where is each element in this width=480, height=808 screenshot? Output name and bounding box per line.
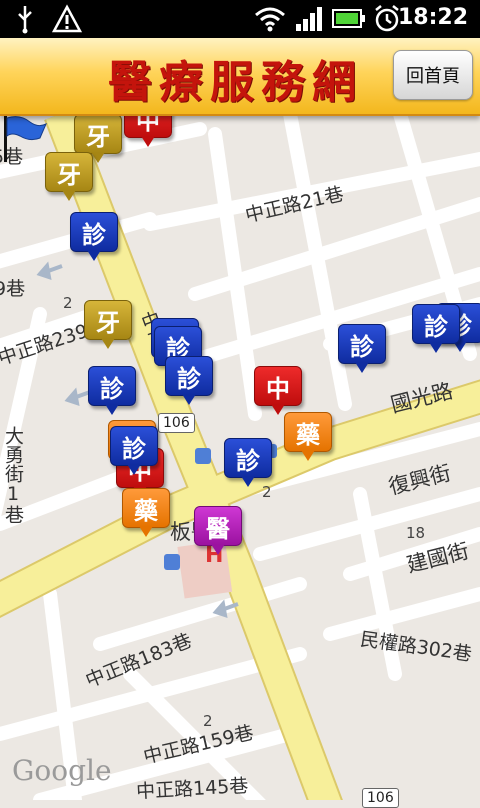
- usb-icon: [14, 4, 36, 38]
- clinic-marker[interactable]: 診: [88, 366, 136, 415]
- wifi-icon: [254, 4, 286, 38]
- road-label: 9巷: [0, 278, 26, 300]
- chinese-medicine-marker[interactable]: 中: [254, 366, 302, 415]
- flag-icon: [4, 116, 47, 162]
- route-shield: 106: [158, 413, 195, 433]
- status-time: 18:22: [397, 5, 468, 30]
- map-view[interactable]: H 5巷 中正路21巷 9巷 中正路239 中正路 國光路 復興街 建國街 民權…: [0, 98, 480, 808]
- hospital-marker[interactable]: 醫: [194, 506, 242, 555]
- dentist-marker[interactable]: 牙: [45, 152, 93, 201]
- clinic-marker[interactable]: 診: [110, 426, 158, 475]
- google-logo: Google: [12, 754, 112, 787]
- clinic-marker[interactable]: 診: [412, 304, 460, 353]
- pharmacy-marker[interactable]: 藥: [284, 412, 332, 461]
- home-button[interactable]: 回首頁: [393, 50, 473, 100]
- dentist-marker[interactable]: 牙: [84, 300, 132, 349]
- route-shield: 106: [362, 788, 399, 808]
- clinic-marker[interactable]: 診: [338, 324, 386, 373]
- road-label: 2: [203, 712, 213, 730]
- signal-icon: [294, 4, 324, 38]
- dentist-marker[interactable]: 牙: [74, 114, 122, 163]
- app-title: 醫療服務網: [108, 57, 363, 108]
- app-header: 醫療服務網 回首頁: [0, 38, 480, 116]
- status-bar: 18:22: [0, 0, 480, 38]
- road-label: 2: [262, 483, 272, 501]
- clinic-marker[interactable]: 診: [224, 438, 272, 487]
- road-label: 大勇街1巷: [2, 426, 24, 524]
- road-label: 18: [406, 524, 426, 542]
- road-label: 2: [63, 294, 73, 312]
- warning-icon: [51, 4, 83, 38]
- clinic-marker[interactable]: 診: [165, 356, 213, 405]
- pharmacy-marker[interactable]: 藥: [122, 488, 170, 537]
- battery-icon: [332, 4, 366, 38]
- clinic-marker[interactable]: 診: [70, 212, 118, 261]
